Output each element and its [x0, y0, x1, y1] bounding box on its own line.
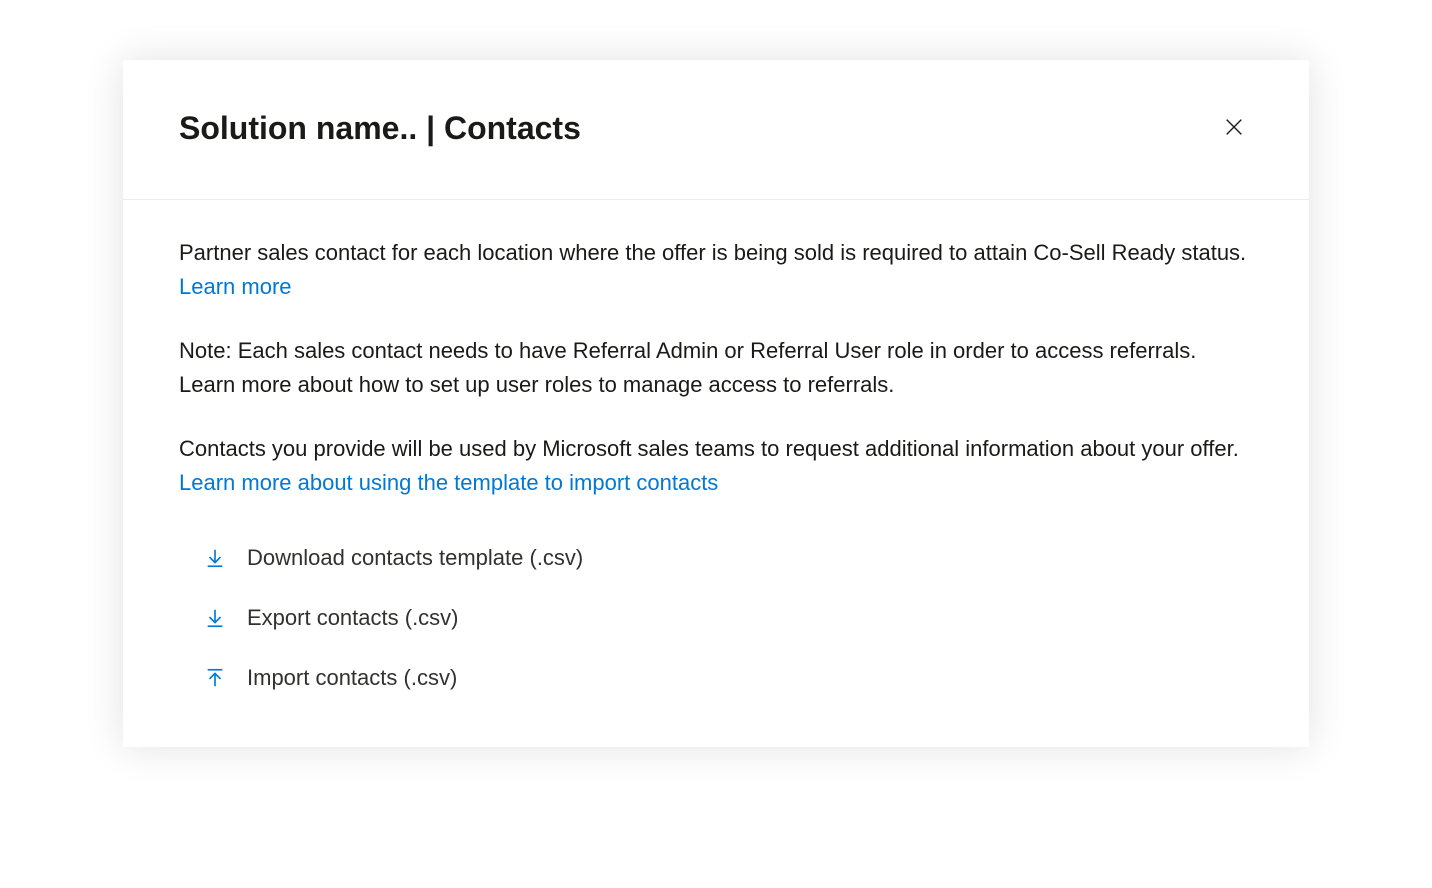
export-contacts-label: Export contacts (.csv) — [247, 605, 459, 631]
description-paragraph-1: Partner sales contact for each location … — [179, 236, 1253, 304]
download-icon — [203, 546, 227, 570]
panel-body: Partner sales contact for each location … — [123, 200, 1309, 747]
download-icon — [203, 606, 227, 630]
upload-icon — [203, 666, 227, 690]
close-button[interactable] — [1215, 108, 1253, 149]
export-contacts-action[interactable]: Export contacts (.csv) — [203, 605, 1253, 631]
import-contacts-action[interactable]: Import contacts (.csv) — [203, 665, 1253, 691]
learn-more-link-1[interactable]: Learn more — [179, 274, 292, 299]
contacts-panel: Solution name.. | Contacts Partner sales… — [123, 60, 1309, 747]
learn-more-link-2[interactable]: Learn more about using the template to i… — [179, 470, 718, 495]
actions-list: Download contacts template (.csv) Export… — [179, 545, 1253, 691]
page-title: Solution name.. | Contacts — [179, 109, 581, 147]
download-template-label: Download contacts template (.csv) — [247, 545, 583, 571]
description-paragraph-2: Note: Each sales contact needs to have R… — [179, 334, 1253, 402]
description-paragraph-3: Contacts you provide will be used by Mic… — [179, 432, 1253, 500]
close-icon — [1223, 116, 1245, 141]
paragraph-1-text: Partner sales contact for each location … — [179, 240, 1246, 265]
download-template-action[interactable]: Download contacts template (.csv) — [203, 545, 1253, 571]
import-contacts-label: Import contacts (.csv) — [247, 665, 457, 691]
panel-header: Solution name.. | Contacts — [123, 60, 1309, 200]
paragraph-3-text: Contacts you provide will be used by Mic… — [179, 436, 1239, 461]
